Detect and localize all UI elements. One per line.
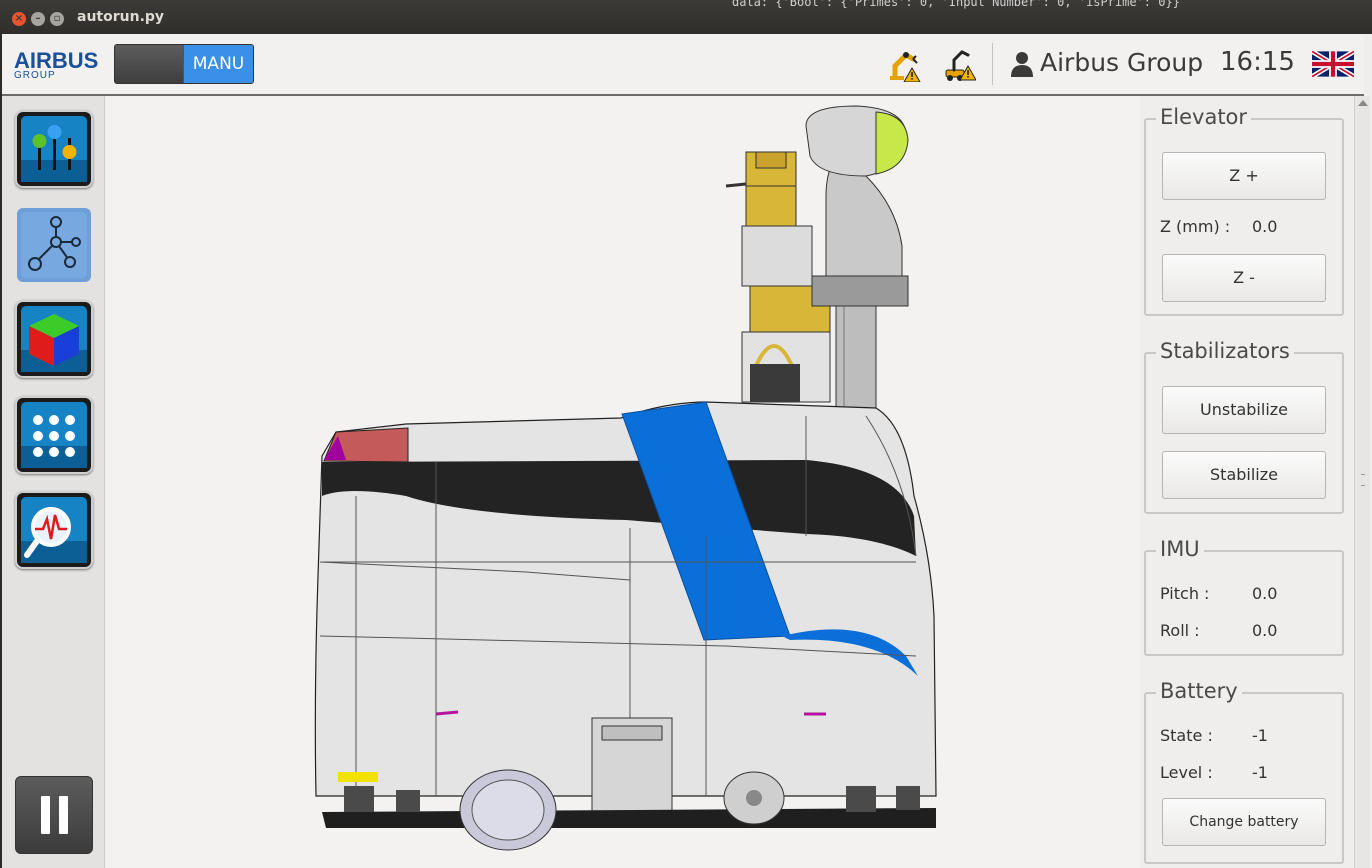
battery-state-label: State : [1160,726,1213,745]
sidebar [2,96,105,868]
pitch-label: Pitch : [1160,584,1210,603]
z-label: Z (mm) : [1160,217,1231,236]
sidebar-item-3d-view[interactable] [15,300,93,378]
clock: 16:15 [1220,47,1295,77]
unstabilize-button[interactable]: Unstabilize [1162,386,1326,434]
stabilizators-title: Stabilizators [1156,339,1294,363]
battery-state-value: -1 [1252,726,1268,745]
background-terminal-text: data: {'Bool': {'Primes': 0, 'Input Numb… [732,0,1180,9]
imu-title: IMU [1156,537,1204,561]
change-battery-button[interactable]: Change battery [1162,798,1326,846]
roll-label: Roll : [1160,621,1200,640]
minimize-window-button[interactable]: – [31,12,45,26]
user-icon [1011,52,1033,77]
robot-3d-viewport[interactable] [106,96,1140,868]
robot-model-illustration [314,105,937,851]
title-bar: × – ▫ autorun.py data: {'Bool': {'Primes… [0,0,1372,34]
stabilizators-group: Stabilizators Unstabilize Stabilize [1144,339,1344,514]
close-window-button[interactable]: × [12,12,26,26]
cube-3d-icon [21,306,87,372]
sidebar-item-diagnostics[interactable] [15,491,93,569]
stabilize-button[interactable]: Stabilize [1162,451,1326,499]
sidebar-item-controls[interactable] [15,110,93,188]
battery-level-label: Level : [1160,763,1213,782]
maximize-window-button[interactable]: ▫ [50,12,64,26]
scroll-up-icon[interactable] [1358,100,1368,106]
app-window: × – ▫ autorun.py data: {'Bool': {'Primes… [0,0,1372,868]
robot-arm-warning-icon[interactable] [886,46,922,82]
airbus-logo: AIRBUS GROUP [14,48,98,84]
elevator-group: Elevator Z + Z (mm) : 0.0 Z - [1144,105,1344,316]
control-panel: Elevator Z + Z (mm) : 0.0 Z - Stabilizat… [1140,96,1354,868]
mobile-robot-warning-icon[interactable] [940,46,976,82]
top-bar: AIRBUS GROUP MANU Airbus Group 16:15 [2,34,1364,96]
diagnostics-icon [21,497,87,563]
panel-scrollbar[interactable] [1354,96,1370,868]
controls-icon [21,116,87,182]
sidebar-item-keypad[interactable] [15,396,93,474]
roll-value: 0.0 [1252,621,1278,640]
z-plus-button[interactable]: Z + [1162,152,1326,200]
keypad-icon [21,402,87,468]
pitch-value: 0.0 [1252,584,1278,603]
z-value: 0.0 [1252,217,1278,236]
battery-title: Battery [1156,679,1242,703]
sidebar-item-network[interactable] [15,206,93,284]
logo-sub-text: GROUP [14,70,56,81]
window-title: autorun.py [77,9,165,25]
network-icon [21,212,87,278]
mode-toggle[interactable]: MANU [114,44,254,84]
uk-flag-icon[interactable] [1312,51,1354,77]
header-separator [992,43,993,85]
imu-group: IMU Pitch : 0.0 Roll : 0.0 [1144,537,1344,656]
z-minus-button[interactable]: Z - [1162,254,1326,302]
pause-button[interactable] [15,776,93,854]
mode-manual-label: MANU [183,45,253,83]
user-name[interactable]: Airbus Group [1040,48,1203,77]
battery-group: Battery State : -1 Level : -1 Change bat… [1144,679,1344,864]
application: AIRBUS GROUP MANU Airbus Group 16:15 Ele… [2,34,1372,868]
elevator-title: Elevator [1156,105,1252,129]
scroll-grip[interactable] [1361,474,1365,486]
battery-level-value: -1 [1252,763,1268,782]
